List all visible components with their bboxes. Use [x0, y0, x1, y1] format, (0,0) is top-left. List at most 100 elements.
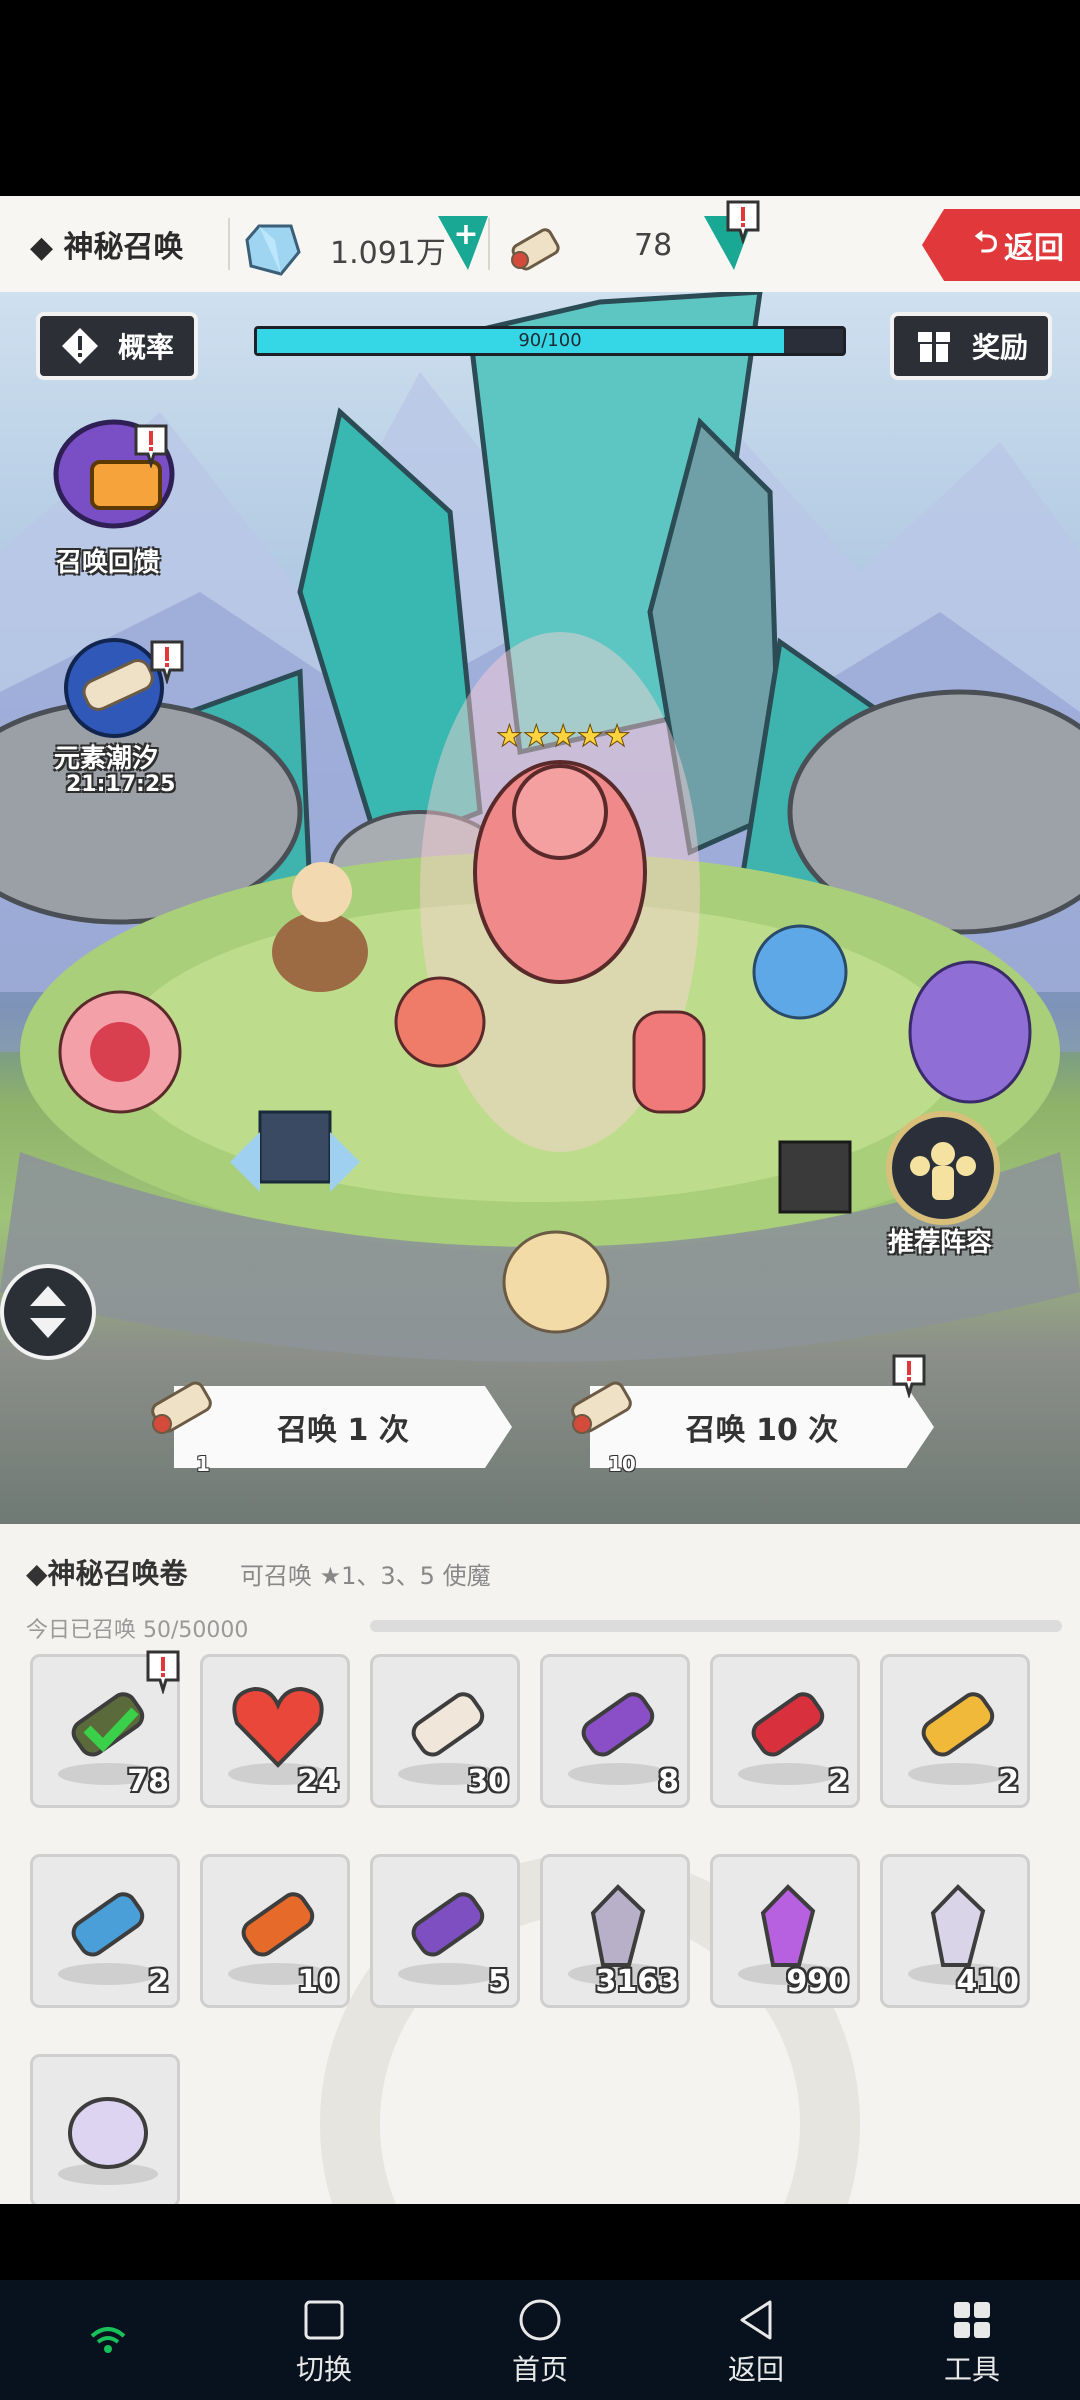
- inventory-item-white-scroll-bag[interactable]: 30: [370, 1654, 520, 1808]
- shell-character: [502, 1230, 610, 1334]
- nav-tools-button[interactable]: 工具: [912, 2298, 1032, 2388]
- tree-king-character: [473, 760, 647, 984]
- rate-button[interactable]: 概率: [36, 312, 199, 380]
- wifi-icon: [90, 2327, 126, 2353]
- purple-bear-character: [908, 960, 1032, 1104]
- grid-tools-icon: [954, 2302, 990, 2338]
- svg-text:★★★★★: ★★★★★: [496, 719, 630, 754]
- recommend-lineup-button[interactable]: [878, 1110, 1008, 1230]
- violet-scroll-stack-icon: [411, 1892, 485, 1957]
- recommend-lineup-label: 推荐阵容: [888, 1228, 993, 1258]
- triangle-back-icon: [740, 2300, 772, 2340]
- rock-golem-character: [778, 1140, 852, 1214]
- daily-summon-bar: [370, 1620, 1062, 1632]
- warning-icon: [62, 328, 98, 364]
- summon-scroll-icon: [571, 1381, 632, 1434]
- daily-summon-count: 今日已召唤 50/50000: [26, 1618, 249, 1643]
- cat-character: [394, 976, 486, 1068]
- gem-count: 1.091万: [330, 236, 446, 271]
- inventory-item-orb-crystal[interactable]: 410: [880, 1854, 1030, 2008]
- summon-ten-button[interactable]: 召唤 10 次: [590, 1386, 934, 1468]
- nav-switch-button[interactable]: 切换: [264, 2298, 384, 2388]
- panel-subtitle: 可召唤 ★1、3、5 使魔: [240, 1562, 491, 1590]
- team-lineup-icon: [886, 1111, 1000, 1225]
- summon-ten-cost: 10: [608, 1452, 636, 1476]
- alert-badge-icon: [150, 640, 184, 684]
- inventory-item-purple-crystal[interactable]: 990: [710, 1854, 860, 2008]
- item-count: 3163: [595, 1964, 680, 1999]
- nav-home-button[interactable]: 首页: [480, 2298, 600, 2388]
- centaur-character: [272, 862, 368, 992]
- back-arrow-icon: ⮌: [973, 224, 998, 260]
- five-star-orb-icon: [68, 2097, 148, 2169]
- header-divider: [488, 218, 490, 270]
- gold-scroll-icon: [921, 1692, 995, 1757]
- bacon-character: [632, 1010, 706, 1114]
- five-star-icon: ★★★★★: [496, 719, 631, 755]
- reward-button[interactable]: 奖励: [890, 312, 1053, 380]
- inventory-item-five-star-orb[interactable]: [30, 2054, 180, 2204]
- square-icon: [304, 2300, 344, 2340]
- scroll-inventory-panel: ◆神秘召唤卷 可召唤 ★1、3、5 使魔 今日已召唤 50/50000 78 24…: [0, 1524, 1080, 2204]
- nav-home-label: 首页: [511, 2353, 568, 2386]
- summon-feedback-label: 召唤回馈: [56, 548, 161, 578]
- scroll-handle[interactable]: [0, 1264, 96, 1360]
- page-title: ◆ 神秘召唤: [30, 230, 184, 265]
- item-count: 78: [127, 1764, 169, 1799]
- item-count: 5: [488, 1964, 509, 1999]
- inventory-item-violet-scroll-stack[interactable]: 5: [370, 1854, 520, 2008]
- summon-once-label: 召唤 1 次: [277, 1413, 409, 1448]
- item-count: 410: [956, 1964, 1019, 1999]
- progress-text: 90/100: [518, 330, 582, 351]
- blue-puff-character: [752, 924, 848, 1020]
- summon-scene: ★★★★★ 概率 90/100 奖励 召唤回馈 元素潮汐 21:17:25 推荐…: [0, 292, 1080, 1524]
- summon-once-cost: 1: [196, 1452, 210, 1476]
- blue-scroll-icon: [71, 1892, 145, 1957]
- gift-box-icon: [918, 332, 950, 362]
- summon-once-button[interactable]: 召唤 1 次: [174, 1386, 512, 1468]
- summon-ten-label: 召唤 10 次: [685, 1413, 839, 1448]
- summon-progress-bar: 90/100: [254, 326, 846, 356]
- nav-back-button[interactable]: 返回: [696, 2298, 816, 2388]
- inventory-item-blue-scroll[interactable]: 2: [30, 1854, 180, 2008]
- item-count: 30: [467, 1764, 509, 1799]
- nav-back-label: 返回: [727, 2353, 784, 2386]
- summon-scroll-icon: [151, 1381, 212, 1434]
- up-down-arrow-icon: [30, 1286, 66, 1338]
- add-gems-icon[interactable]: +: [438, 212, 488, 272]
- alert-badge-icon: [134, 424, 168, 468]
- inventory-item-gold-scroll[interactable]: 2: [880, 1654, 1030, 1808]
- item-count: 2: [828, 1764, 849, 1799]
- inventory-item-red-scroll[interactable]: 2: [710, 1654, 860, 1808]
- scroll-icon: [511, 228, 560, 271]
- ice-golem-character: [230, 1110, 360, 1192]
- scroll-count: 78: [634, 228, 673, 263]
- back-button[interactable]: ⮌ 返回: [922, 209, 1080, 281]
- alert-badge-icon: [892, 1354, 926, 1398]
- gem-icon: [245, 224, 301, 276]
- panel-title: ◆神秘召唤卷: [26, 1557, 188, 1590]
- alert-badge-icon: [726, 200, 760, 244]
- purple-scroll-icon: [581, 1692, 655, 1757]
- item-count: 990: [786, 1964, 849, 1999]
- system-navigation-bar: 切换 首页 返回 工具: [0, 2280, 1080, 2400]
- back-button-label: 返回: [1004, 231, 1064, 266]
- inventory-item-heart[interactable]: 24: [200, 1654, 350, 1808]
- item-count: 2: [998, 1764, 1019, 1799]
- svg-text:+: +: [453, 217, 478, 252]
- element-tide-label: 元素潮汐: [54, 744, 159, 774]
- inventory-item-orange-scroll-stack[interactable]: 10: [200, 1854, 350, 2008]
- reward-label: 奖励: [972, 331, 1029, 364]
- inventory-item-grey-crystal[interactable]: 3163: [540, 1854, 690, 2008]
- top-black-band: [0, 0, 1080, 196]
- nav-switch-label: 切换: [295, 2353, 352, 2386]
- item-count: 8: [658, 1764, 679, 1799]
- rate-label: 概率: [118, 331, 175, 364]
- item-count: 24: [297, 1764, 339, 1799]
- circle-home-icon: [519, 2299, 561, 2341]
- element-tide-timer: 21:17:25: [66, 772, 176, 797]
- nav-tools-label: 工具: [943, 2353, 1000, 2386]
- flower-monster-character: [58, 990, 182, 1114]
- red-scroll-icon: [751, 1692, 825, 1757]
- inventory-item-purple-scroll[interactable]: 8: [540, 1654, 690, 1808]
